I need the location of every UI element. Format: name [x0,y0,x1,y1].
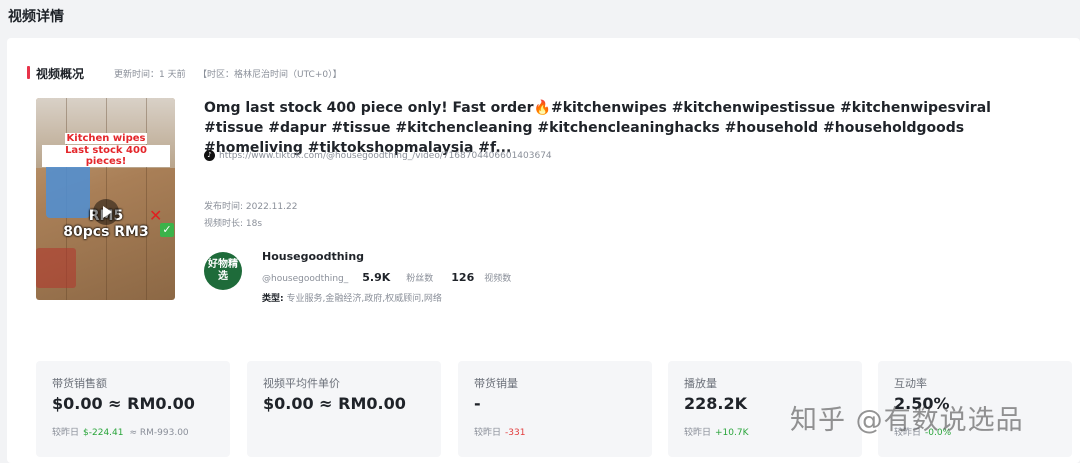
check-icon: ✓ [160,223,174,237]
author-name[interactable]: Housegoodthing [262,250,364,263]
video-title: Omg last stock 400 piece only! Fast orde… [204,100,991,156]
tiktok-icon: ♪ [204,150,215,161]
stat-value: 228.2K [684,394,748,413]
author-type: 类型: 专业服务,金融经济,政府,权威顾问,网络 [262,291,442,304]
author-avatar[interactable]: 好物精选 [204,252,242,290]
compare-extra: ≈ RM-993.00 [129,428,189,438]
thumb-caption-line1: Kitchen wipes [64,133,148,144]
videos-count: 126 [451,271,475,284]
stat-card-sales: 带货销售额 $0.00 ≈ RM0.00 较昨日 $-224.41 ≈ RM-993… [36,361,230,457]
update-time: 更新时间：1 天前 [114,70,186,80]
compare-label: 较昨日 [52,428,80,438]
video-duration: 视频时长: 18s [204,219,263,229]
video-thumbnail[interactable]: Kitchen wipes Last stock 400 pieces! RM5… [36,98,175,300]
watermark: 知乎 @有数说选品 [790,405,1024,436]
thumb-price-line2: 80pcs RM3 [63,224,149,240]
compare-delta: +10.7K [715,428,749,438]
video-link-row[interactable]: ♪ https://www.tiktok.com/@housegoodthing… [204,150,552,161]
stat-value: $0.00 ≈ RM0.00 [263,394,406,413]
author-handle: @housegoodthing_ [262,274,349,284]
stat-compare: 较昨日 +10.7K [684,425,749,438]
compare-delta: -331 [505,428,526,438]
section-accent-bar [27,66,30,79]
stat-card-units: 带货销量 - 较昨日 -331 [458,361,652,457]
stat-label: 带货销量 [474,377,518,390]
stat-label: 播放量 [684,377,717,390]
compare-delta: $-224.41 [83,428,124,438]
stat-label: 带货销售额 [52,377,107,390]
videos-label: 视频数 [484,274,512,284]
followers-count: 5.9K [362,271,391,284]
stat-card-avg-price: 视频平均件单价 $0.00 ≈ RM0.00 [247,361,441,457]
stat-label: 视频平均件单价 [263,377,340,390]
type-value: 专业服务,金融经济,政府,权威顾问,网络 [286,294,442,304]
compare-label: 较昨日 [684,428,712,438]
followers-label: 粉丝数 [406,274,434,284]
compare-label: 较昨日 [474,428,502,438]
author-stats: @housegoodthing_ 5.9K 粉丝数 126 视频数 [262,271,511,284]
stat-value: $0.00 ≈ RM0.00 [52,394,195,413]
stat-value: - [474,394,481,413]
page-title: 视频详情 [8,9,64,25]
publish-date: 发布时间: 2022.11.22 [204,202,298,212]
stat-compare: 较昨日 $-224.41 ≈ RM-993.00 [52,425,189,438]
video-link[interactable]: https://www.tiktok.com/@housegoodthing_/… [219,151,552,161]
thumb-caption-line2: Last stock 400 pieces! [42,145,170,167]
stat-compare: 较昨日 -331 [474,425,525,438]
play-icon[interactable] [93,199,119,225]
stat-label: 互动率 [894,377,927,390]
type-label: 类型: [262,294,284,304]
section-title: 视频概况 [36,67,85,81]
timezone-note: 【时区：格林尼治时间（UTC+0）】 [198,70,342,80]
thumb-caption: Kitchen wipes Last stock 400 pieces! [42,126,170,168]
product-box [36,248,76,288]
